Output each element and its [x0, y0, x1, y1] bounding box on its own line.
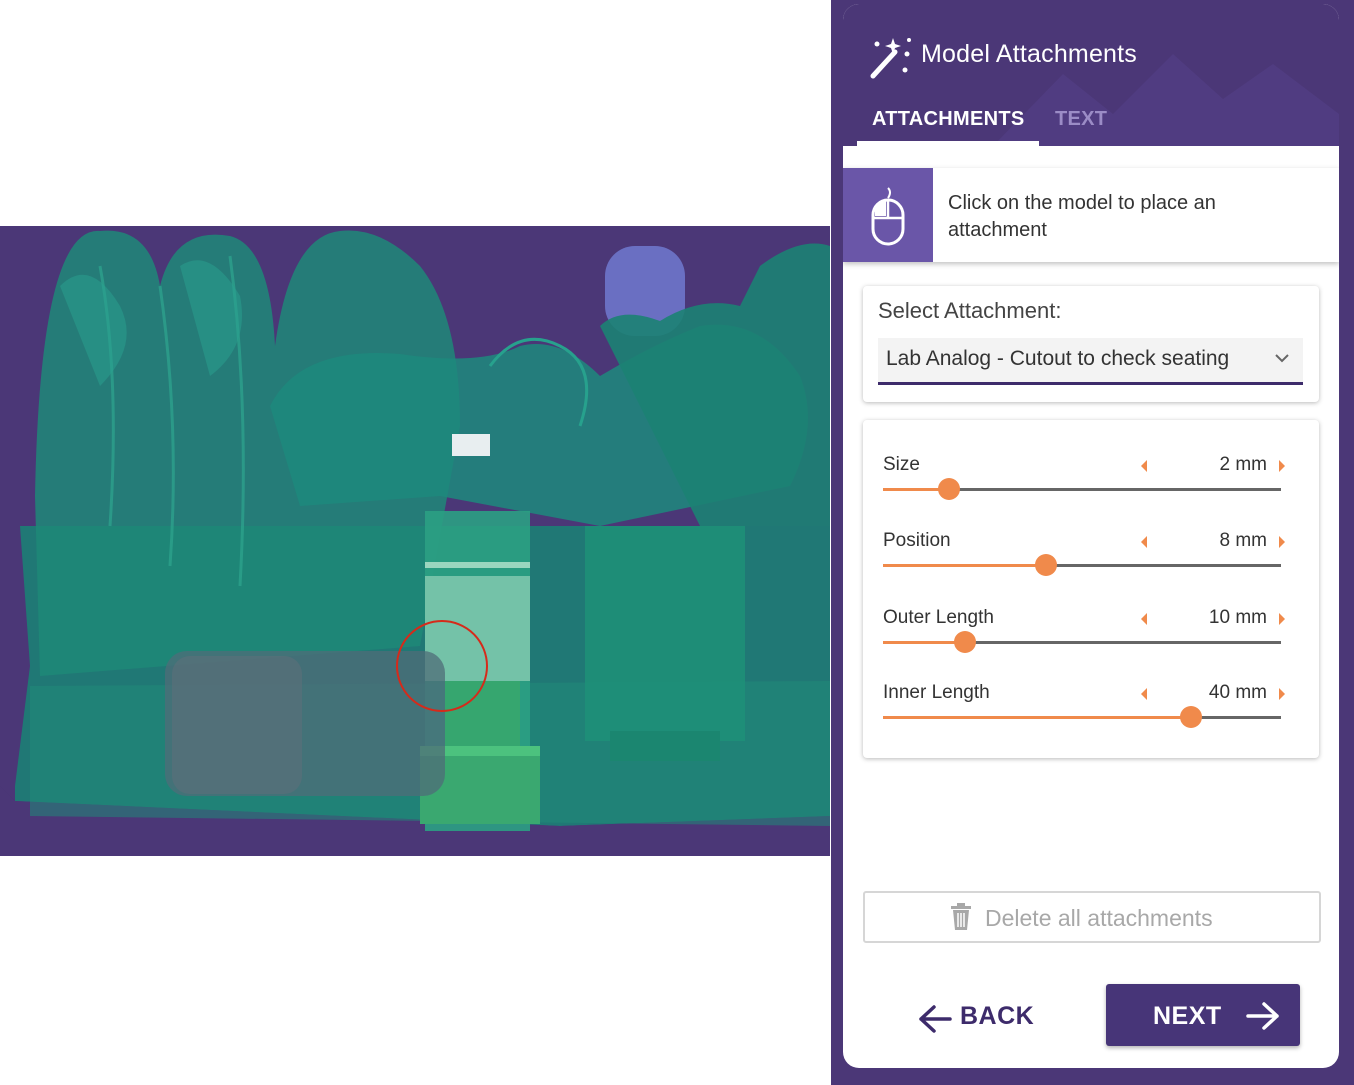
decrement-arrow-icon[interactable] — [1141, 460, 1147, 472]
hint-text: Click on the model to place an attachmen… — [948, 192, 1216, 241]
increment-arrow-icon[interactable] — [1279, 688, 1285, 700]
dental-model-render[interactable] — [0, 226, 830, 856]
slider-label: Outer Length — [883, 607, 994, 628]
slider-track[interactable] — [883, 706, 1281, 728]
slider-inner-length: Inner Length 40 mm — [883, 682, 1285, 742]
parameter-sliders-card: Size 2 mm Position 8 mm Outer Length 10 … — [863, 420, 1319, 758]
decrement-arrow-icon[interactable] — [1141, 536, 1147, 548]
slider-thumb[interactable] — [1035, 554, 1058, 576]
slider-thumb[interactable] — [953, 631, 976, 653]
slider-label: Size — [883, 454, 920, 475]
slider-value[interactable]: 8 mm — [1153, 530, 1268, 552]
slider-track[interactable] — [883, 478, 1281, 500]
slider-track[interactable] — [883, 554, 1281, 576]
hint-icon-box — [843, 168, 933, 262]
slider-label: Inner Length — [883, 682, 990, 703]
delete-all-attachments-button[interactable]: Delete all attachments — [863, 891, 1321, 943]
mouse-icon — [871, 187, 905, 246]
slider-thumb[interactable] — [1180, 706, 1203, 728]
trash-icon — [951, 903, 971, 930]
attachment-select[interactable]: Lab Analog - Cutout to check seating — [878, 338, 1303, 385]
attachment-select-value: Lab Analog - Cutout to check seating — [886, 347, 1230, 370]
slider-value[interactable]: 40 mm — [1153, 682, 1267, 704]
model-viewport[interactable] — [0, 226, 830, 856]
chevron-down-icon — [1275, 354, 1289, 363]
slider-fill — [883, 716, 1192, 719]
tab-text[interactable]: TEXT — [1055, 108, 1107, 131]
increment-arrow-icon[interactable] — [1279, 460, 1285, 472]
slider-position: Position 8 mm — [883, 530, 1285, 590]
decrement-arrow-icon[interactable] — [1141, 688, 1147, 700]
back-label: BACK — [960, 1002, 1035, 1030]
next-label: NEXT — [1153, 1002, 1222, 1030]
slider-track[interactable] — [883, 631, 1281, 653]
panel-header: Model Attachments ATTACHMENTS TEXT — [843, 4, 1339, 146]
placement-hint: Click on the model to place an attachmen… — [843, 168, 1339, 262]
arrow-right-icon — [1246, 1002, 1279, 1030]
slider-fill — [883, 564, 1047, 567]
decrement-arrow-icon[interactable] — [1141, 613, 1147, 625]
slider-size: Size 2 mm — [883, 454, 1285, 514]
tab-attachments[interactable]: ATTACHMENTS — [872, 108, 1025, 131]
slider-outer-length: Outer Length 10 mm — [883, 607, 1285, 667]
magic-wand-icon — [870, 38, 911, 79]
increment-arrow-icon[interactable] — [1279, 536, 1285, 548]
model-attachments-panel: Model Attachments ATTACHMENTS TEXT Click… — [843, 4, 1339, 1068]
next-button[interactable]: NEXT — [1106, 984, 1300, 1046]
slider-fill — [883, 641, 965, 644]
slider-thumb[interactable] — [937, 478, 960, 500]
select-attachment-label: Select Attachment: — [878, 298, 1062, 323]
slider-value[interactable]: 2 mm — [1153, 454, 1268, 476]
slider-label: Position — [883, 530, 951, 551]
increment-arrow-icon[interactable] — [1279, 613, 1285, 625]
slider-value[interactable]: 10 mm — [1153, 607, 1267, 629]
delete-all-label: Delete all attachments — [985, 905, 1213, 931]
attachment-select-card: Select Attachment: Lab Analog - Cutout t… — [863, 286, 1319, 402]
panel-title: Model Attachments — [921, 40, 1138, 68]
arrow-left-icon — [919, 1005, 952, 1033]
active-tab-indicator — [857, 141, 1039, 146]
